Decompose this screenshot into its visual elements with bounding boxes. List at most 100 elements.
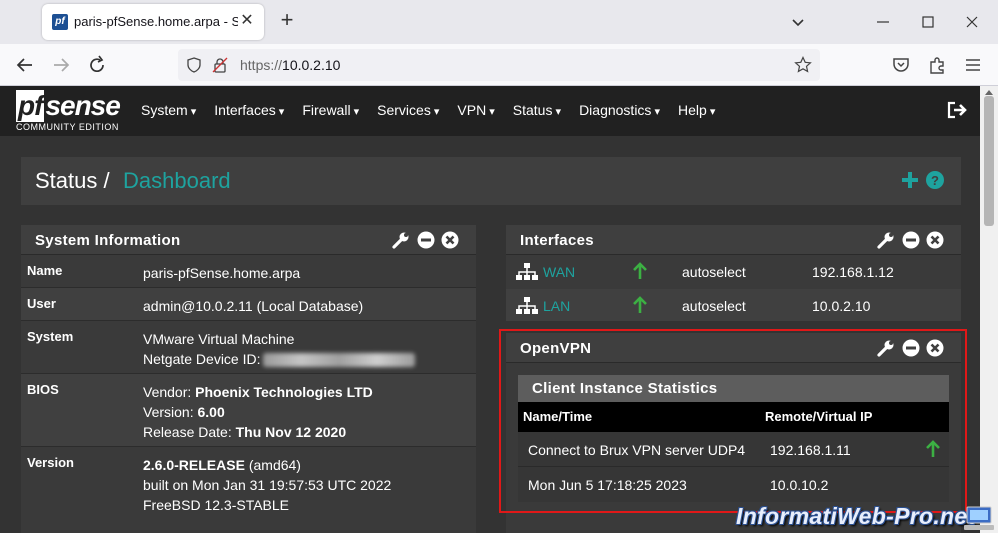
network-icon bbox=[516, 263, 538, 280]
pocket-icon[interactable] bbox=[890, 54, 912, 76]
minimize-widget-icon[interactable] bbox=[417, 231, 435, 249]
device-id-label: Netgate Device ID: bbox=[143, 351, 261, 367]
table-row: Connect to Brux VPN server UDP4 192.168.… bbox=[518, 432, 949, 467]
computer-icon bbox=[964, 506, 994, 530]
extensions-puzzle-icon[interactable] bbox=[926, 54, 948, 76]
logo-text: sense bbox=[45, 90, 120, 121]
row-label: Name bbox=[27, 263, 63, 278]
list-all-tabs-icon[interactable] bbox=[788, 12, 808, 32]
bios-date-label: Release Date: bbox=[143, 424, 236, 440]
interface-ip: 192.168.1.12 bbox=[812, 264, 894, 280]
menu-interfaces[interactable]: Interfaces bbox=[214, 102, 284, 122]
close-widget-icon[interactable] bbox=[926, 339, 944, 357]
interface-link-lan[interactable]: LAN bbox=[543, 298, 570, 314]
minimize-widget-icon[interactable] bbox=[902, 339, 920, 357]
status-up-arrow-icon bbox=[633, 296, 647, 313]
client-name: Connect to Brux VPN server UDP4 bbox=[528, 442, 746, 458]
system-information-widget: System Information Name paris-pfSense.ho… bbox=[21, 225, 476, 533]
bookmark-star-icon[interactable] bbox=[794, 56, 812, 74]
interface-ip: 10.0.2.10 bbox=[812, 298, 871, 314]
menu-status[interactable]: Status bbox=[513, 102, 561, 122]
row-value: 2.6.0-RELEASE (amd64) built on Mon Jan 3… bbox=[143, 455, 391, 515]
widget-title: System Information bbox=[35, 232, 181, 249]
remote-ip: 192.168.1.11 bbox=[770, 442, 851, 458]
interface-media: autoselect bbox=[682, 298, 746, 314]
back-arrow-icon[interactable] bbox=[14, 54, 36, 76]
bios-release-date: Thu Nov 12 2020 bbox=[235, 424, 347, 440]
bios-version-label: Version: bbox=[143, 404, 198, 420]
system-platform: VMware Virtual Machine bbox=[143, 331, 295, 347]
system-row-user: User admin@10.0.2.11 (Local Database) bbox=[21, 288, 476, 321]
version-built: built on Mon Jan 31 19:57:53 UTC 2022 bbox=[143, 477, 392, 493]
widget-header: System Information bbox=[21, 225, 476, 255]
reload-icon[interactable] bbox=[86, 54, 108, 76]
new-tab-button[interactable]: + bbox=[276, 9, 298, 32]
wrench-icon[interactable] bbox=[877, 231, 895, 249]
widget-title: OpenVPN bbox=[520, 340, 592, 357]
tab-title: paris-pfSense.home.arpa - Status bbox=[74, 14, 238, 29]
maximize-icon[interactable] bbox=[918, 12, 938, 32]
close-widget-icon[interactable] bbox=[926, 231, 944, 249]
interface-row-lan: LAN autoselect 10.0.2.10 bbox=[506, 289, 961, 321]
wrench-icon[interactable] bbox=[392, 231, 410, 249]
menu-firewall[interactable]: Firewall bbox=[302, 102, 359, 122]
widget-header: Interfaces bbox=[506, 225, 961, 255]
system-row-bios: BIOS Vendor: Phoenix Technologies LTD Ve… bbox=[21, 374, 476, 447]
url-host: 10.0.2.10 bbox=[282, 57, 341, 73]
row-value: Vendor: Phoenix Technologies LTD Version… bbox=[143, 382, 373, 442]
menu-help[interactable]: Help bbox=[678, 102, 715, 122]
close-window-icon[interactable] bbox=[962, 12, 982, 32]
minimize-icon[interactable] bbox=[873, 12, 893, 32]
logo-prefix: pf bbox=[16, 90, 45, 122]
system-row-name: Name paris-pfSense.home.arpa bbox=[21, 255, 476, 288]
scrollbar-thumb[interactable] bbox=[984, 96, 994, 226]
bios-version: 6.00 bbox=[197, 404, 225, 420]
column-header-name-time: Name/Time bbox=[523, 409, 593, 424]
wrench-icon[interactable] bbox=[877, 339, 895, 357]
forward-arrow-icon[interactable] bbox=[50, 54, 72, 76]
page-title[interactable]: Dashboard bbox=[123, 168, 231, 194]
breadcrumb-section[interactable]: Status / bbox=[35, 168, 110, 194]
row-value: paris-pfSense.home.arpa bbox=[143, 265, 301, 281]
add-widget-plus-icon[interactable] bbox=[899, 169, 921, 191]
interfaces-widget: Interfaces WAN autoselect 192.168.1.12 L… bbox=[506, 225, 961, 321]
watermark: InformatiWeb-Pro.net bbox=[736, 503, 976, 529]
menu-diagnostics[interactable]: Diagnostics bbox=[579, 102, 660, 122]
insecure-lock-icon[interactable] bbox=[212, 57, 228, 73]
tab-close-icon[interactable]: ✕ bbox=[238, 12, 256, 30]
svg-text:?: ? bbox=[931, 173, 939, 188]
interface-link-wan[interactable]: WAN bbox=[543, 264, 575, 280]
version-arch: (amd64) bbox=[244, 457, 301, 473]
version-release: 2.6.0-RELEASE bbox=[143, 457, 245, 473]
minimize-widget-icon[interactable] bbox=[902, 231, 920, 249]
pfsense-logo[interactable]: pf sense COMMUNITY EDITION bbox=[16, 90, 126, 134]
interface-row-wan: WAN autoselect 192.168.1.12 bbox=[506, 255, 961, 289]
system-row-system: System VMware Virtual Machine Netgate De… bbox=[21, 321, 476, 374]
redacted-device-id bbox=[262, 353, 415, 368]
subpanel-title: Client Instance Statistics bbox=[532, 380, 718, 397]
browser-tab[interactable]: pf paris-pfSense.home.arpa - Status ✕ bbox=[42, 4, 264, 40]
tracking-protection-shield-icon[interactable] bbox=[186, 57, 202, 73]
hamburger-menu-icon[interactable] bbox=[962, 54, 984, 76]
menu-vpn[interactable]: VPN bbox=[457, 102, 494, 122]
close-widget-icon[interactable] bbox=[441, 231, 459, 249]
row-value: VMware Virtual Machine Netgate Device ID… bbox=[143, 329, 415, 369]
browser-navigation-bar: https://10.0.2.10 bbox=[0, 44, 998, 86]
pfsense-header: pfsense COMMUNITY EDITION System Interfa… bbox=[0, 86, 980, 136]
version-os: FreeBSD 12.3-STABLE bbox=[143, 497, 290, 513]
address-bar[interactable]: https://10.0.2.10 bbox=[178, 49, 820, 81]
client-instance-statistics: Client Instance Statistics Name/Time Rem… bbox=[518, 375, 949, 502]
url-text[interactable]: https://10.0.2.10 bbox=[240, 57, 340, 73]
main-menu: System Interfaces Firewall Services VPN … bbox=[141, 102, 733, 122]
row-label: Version bbox=[27, 455, 74, 470]
table-row: Mon Jun 5 17:18:25 2023 10.0.10.2 bbox=[518, 467, 949, 502]
pfsense-favicon-icon: pf bbox=[52, 14, 68, 30]
menu-system[interactable]: System bbox=[141, 102, 196, 122]
widget-title: Interfaces bbox=[520, 232, 594, 249]
help-icon[interactable]: ? bbox=[925, 170, 945, 190]
logout-icon[interactable] bbox=[946, 100, 968, 120]
page-scrollbar[interactable] bbox=[980, 86, 998, 533]
menu-services[interactable]: Services bbox=[377, 102, 439, 122]
url-scheme: https:// bbox=[240, 57, 283, 73]
scroll-up-icon[interactable] bbox=[984, 88, 994, 96]
